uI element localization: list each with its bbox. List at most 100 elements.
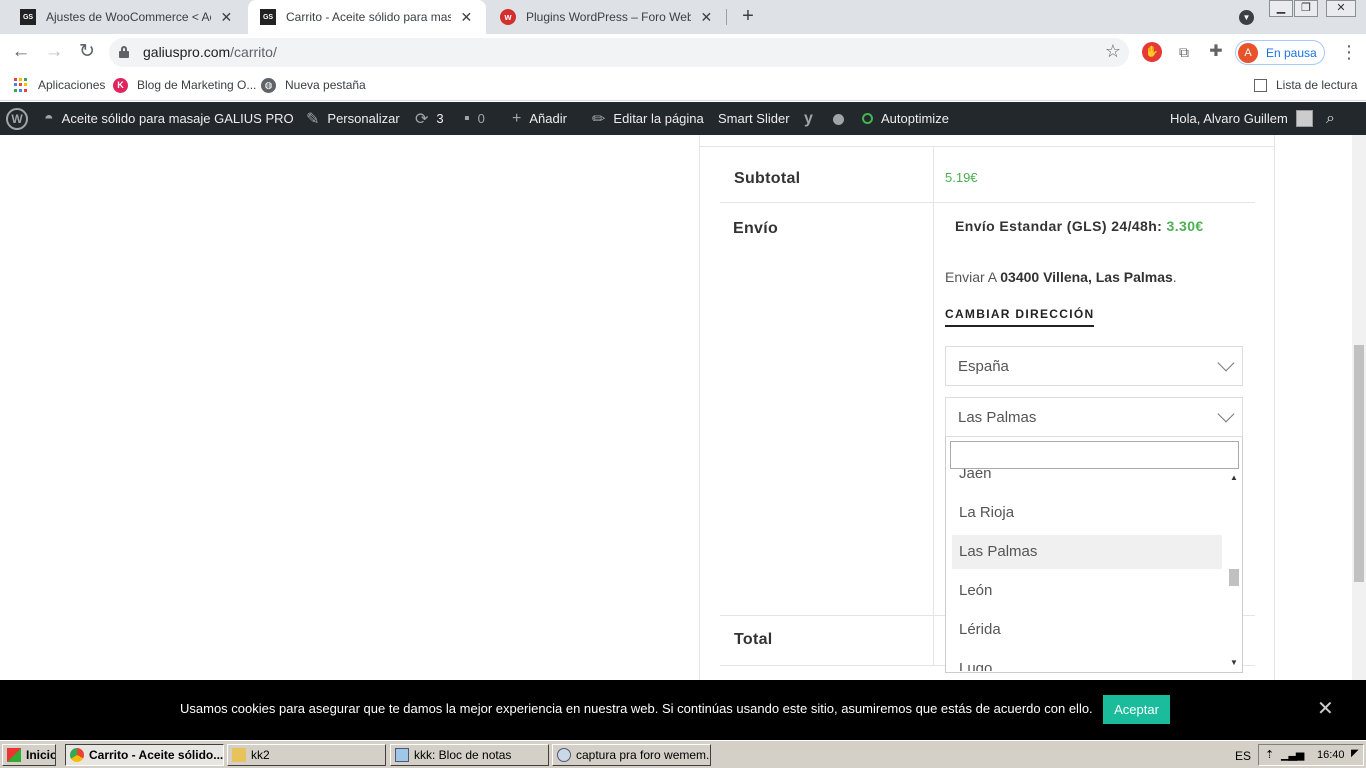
taskbar-item-paint[interactable]: captura pra foro wemem... — [552, 744, 711, 766]
country-select[interactable]: España — [945, 346, 1243, 386]
kebab-menu-icon[interactable]: ⋮ — [1340, 42, 1358, 62]
wp-comments[interactable]: ▪ 0 — [464, 102, 485, 135]
shipping-label: Envío — [733, 220, 779, 237]
reading-list-icon — [1254, 78, 1267, 92]
wordpress-logo-icon[interactable]: W — [6, 108, 28, 130]
browser-tab-strip: GS Ajustes de WooCommerce < Aceite ✕ GS … — [0, 0, 1366, 34]
cookie-message: Usamos cookies para asegurar que te damo… — [180, 701, 1093, 716]
smart-slider-label: Smart Slider — [718, 111, 790, 126]
dropdown-scrollbar[interactable]: ▲ ▼ — [1225, 469, 1242, 671]
tab-title: Plugins WordPress – Foro Webempr — [526, 10, 691, 24]
tab-title: Ajustes de WooCommerce < Aceite — [46, 10, 211, 24]
seo-status-dot-icon[interactable] — [833, 114, 844, 125]
reading-list-button[interactable]: Lista de lectura — [1254, 76, 1357, 94]
wp-smart-slider[interactable]: Smart Slider — [718, 102, 790, 135]
pencil-icon: ✏ — [592, 110, 606, 128]
reload-icon[interactable]: ↻ — [75, 40, 99, 64]
state-dropdown: Jaén La Rioja Las Palmas León Lérida Lug… — [945, 437, 1243, 673]
page-scrollbar-thumb[interactable] — [1354, 345, 1364, 582]
wp-customize[interactable]: ✎ Personalizar — [306, 102, 400, 135]
close-window-button[interactable]: ✕ — [1326, 0, 1356, 17]
cart-totals-header-edge — [700, 135, 1274, 147]
stop-hand-extension-icon[interactable]: ✋ — [1142, 42, 1162, 62]
galius-favicon-icon: GS — [20, 9, 36, 25]
clock[interactable]: 16:40 — [1317, 749, 1345, 761]
shipping-method: Envío Estandar (GLS) 24/48h: 3.30€ — [955, 218, 1204, 234]
close-icon[interactable]: ✕ — [1317, 699, 1334, 719]
volume-icon[interactable]: ◤ — [1351, 748, 1359, 759]
scrollbar-thumb[interactable] — [1229, 569, 1239, 586]
taskbar-item-label: kkk: Bloc de notas — [414, 748, 512, 762]
restore-window-button[interactable]: ❐ — [1294, 0, 1318, 17]
tab-carrito[interactable]: GS Carrito - Aceite sólido para masaje G… — [248, 0, 486, 34]
bookmark-new-tab[interactable]: ◍ Nueva pestaña — [261, 76, 366, 94]
bookmark-star-icon[interactable]: ☆ — [1105, 41, 1121, 62]
chrome-icon — [70, 748, 84, 762]
list-item-state[interactable]: La Rioja — [952, 496, 1222, 530]
tab-search-chevron-icon[interactable]: ▼ — [1239, 10, 1254, 25]
network-signal-icon[interactable]: ▁▃▅ — [1281, 748, 1304, 761]
url-path: /carrito/ — [230, 44, 277, 60]
wp-search-icon[interactable]: ⌕ — [1326, 102, 1335, 135]
address-bar[interactable]: galiuspro.com/carrito/ ☆ — [109, 38, 1129, 67]
state-select[interactable]: Las Palmas — [945, 397, 1243, 437]
notepad-icon — [395, 748, 409, 762]
accept-cookies-button[interactable]: Aceptar — [1103, 695, 1170, 724]
taskbar-item-chrome[interactable]: Carrito - Aceite sólido... — [65, 744, 224, 766]
list-item-state-highlighted[interactable]: Las Palmas — [952, 535, 1222, 569]
state-search-input[interactable] — [950, 441, 1239, 469]
forward-arrow-icon[interactable]: → — [42, 40, 66, 64]
change-address-link[interactable]: CAMBIAR DIRECCIÓN — [945, 307, 1095, 327]
close-tab-icon[interactable]: ✕ — [459, 9, 474, 26]
close-tab-icon[interactable]: ✕ — [219, 9, 234, 26]
chevron-down-icon — [1217, 405, 1235, 423]
taskbar-item-label: Carrito - Aceite sólido... — [89, 748, 224, 762]
bookmark-apps[interactable]: Aplicaciones — [14, 76, 105, 94]
wp-updates[interactable]: ⟳ 3 — [415, 102, 444, 135]
column-divider — [933, 147, 934, 202]
tab-separator — [726, 9, 727, 25]
extensions-puzzle-icon[interactable]: ✚ — [1206, 42, 1226, 62]
avatar: A — [1238, 42, 1258, 63]
back-arrow-icon[interactable]: ← — [9, 40, 33, 64]
scroll-down-arrow-icon[interactable]: ▼ — [1230, 658, 1238, 667]
list-item-state[interactable]: León — [952, 574, 1222, 608]
new-tab-plus-icon[interactable]: + — [737, 6, 759, 28]
taskbar-item-folder[interactable]: kk2 — [227, 744, 386, 766]
search-icon: ⌕ — [1326, 109, 1335, 127]
plus-icon: + — [512, 109, 522, 127]
lock-icon[interactable] — [119, 46, 129, 58]
list-item-state[interactable]: Lugo — [952, 652, 1222, 671]
bookmark-blog-marketing[interactable]: K Blog de Marketing O... — [113, 76, 256, 94]
total-label: Total — [734, 631, 773, 648]
tab-foro-webempresa[interactable]: w Plugins WordPress – Foro Webempr ✕ — [488, 0, 726, 34]
taskbar-item-notepad[interactable]: kkk: Bloc de notas — [390, 744, 549, 766]
start-button[interactable]: Inicio — [2, 744, 56, 766]
scroll-up-arrow-icon[interactable]: ▲ — [1230, 473, 1238, 482]
state-options-list: Jaén La Rioja Las Palmas León Lérida Lug… — [946, 469, 1224, 671]
code-extension-icon[interactable]: ⧉ — [1174, 42, 1194, 62]
wp-edit-page[interactable]: ✏ Editar la página — [592, 102, 704, 135]
bookmark-label: Lista de lectura — [1276, 78, 1358, 92]
wp-site-name[interactable]: ◓ Aceite sólido para masaje GALIUS PRO — [44, 102, 294, 135]
wp-new-content[interactable]: + Añadir — [512, 102, 567, 135]
url-text[interactable]: galiuspro.com/carrito/ — [143, 44, 277, 60]
comments-count: 0 — [477, 111, 485, 126]
tray-arrow-icon[interactable]: ⇡ — [1265, 748, 1274, 761]
globe-icon: ◍ — [261, 77, 276, 93]
customize-label: Personalizar — [327, 111, 400, 126]
wp-autoptimize[interactable]: Autoptimize — [862, 102, 949, 135]
list-item-state[interactable]: Lérida — [952, 613, 1222, 647]
page-scrollbar[interactable] — [1352, 135, 1366, 680]
edit-page-label: Editar la página — [613, 111, 704, 126]
wp-account[interactable]: Hola, Alvaro Guillem — [1170, 102, 1313, 135]
yoast-seo-icon[interactable]: y — [804, 102, 813, 135]
column-divider — [933, 202, 934, 615]
close-tab-icon[interactable]: ✕ — [699, 9, 714, 26]
language-indicator[interactable]: ES — [1235, 749, 1251, 763]
list-item-state[interactable]: Jaén — [952, 469, 1222, 491]
tab-woocommerce-settings[interactable]: GS Ajustes de WooCommerce < Aceite ✕ — [8, 0, 246, 34]
minimize-window-button[interactable]: ▁ — [1269, 0, 1293, 17]
webempresa-favicon-icon: w — [500, 9, 516, 25]
profile-button[interactable]: A En pausa — [1235, 40, 1325, 65]
